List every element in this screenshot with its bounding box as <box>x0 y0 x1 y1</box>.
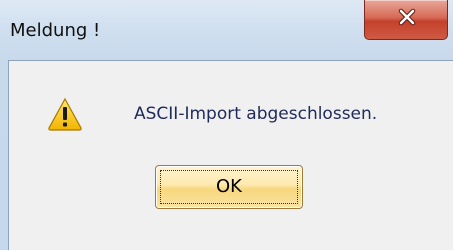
dialog-message: ASCII-Import abgeschlossen. <box>134 104 378 124</box>
title-bar[interactable]: Meldung ! <box>0 0 453 60</box>
ok-button[interactable]: OK <box>155 165 303 209</box>
dialog-body: ASCII-Import abgeschlossen. OK <box>8 60 453 250</box>
ok-button-label: OK <box>216 176 242 197</box>
close-button[interactable] <box>364 0 448 40</box>
close-icon <box>398 8 416 26</box>
warning-icon <box>48 97 82 131</box>
window-title: Meldung ! <box>10 20 101 41</box>
message-dialog-window: Meldung ! ASCII-Import abgeschlossen. OK <box>0 0 453 250</box>
